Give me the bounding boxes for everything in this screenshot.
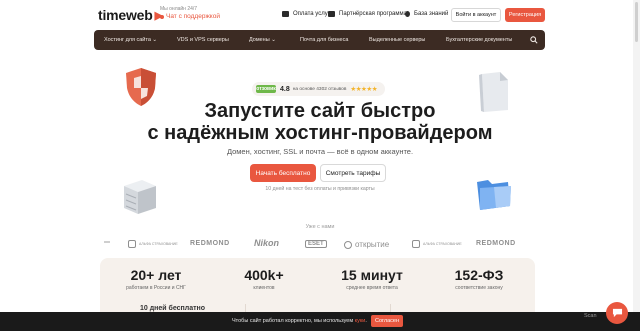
nav-item-vds[interactable]: VDS и VPS серверы — [177, 37, 229, 43]
hero-subtitle: Домен, хостинг, SSL и почта — всё в одно… — [226, 147, 414, 156]
partner-link[interactable]: Партнёрская программа — [328, 11, 407, 17]
client-logo-nikon: Nikon — [254, 238, 280, 248]
nav-item-dedicated[interactable]: Выделенные серверы — [369, 37, 425, 43]
card-icon — [282, 11, 289, 17]
stats-extra-text: 10 дней бесплатно — [140, 305, 206, 312]
top-bar: timeweb ▶ Мы онлайн 24/7 Чат с поддержко… — [0, 0, 640, 30]
client-logos: АЛЬФА СТРАХОВАНИЕ REDMOND Nikon ESET отк… — [100, 237, 540, 255]
scrollbar-thumb[interactable] — [635, 2, 638, 42]
alfa-logo-icon — [412, 240, 420, 248]
client-logo-eset: ESET — [305, 240, 327, 248]
payment-link-label: Оплата услуг — [293, 11, 330, 17]
trusted-label: Уже с нами — [305, 224, 335, 230]
client-logo-label: открытие — [355, 240, 390, 249]
stat-caption: среднее время ответа — [346, 285, 398, 291]
nav-search-button[interactable] — [527, 33, 541, 47]
main-nav: Хостинг для сайта ⌄ VDS и VPS серверы До… — [94, 30, 545, 50]
search-icon — [530, 36, 538, 44]
chat-dot-icon — [160, 15, 164, 20]
stat-value: 15 минут — [341, 267, 403, 283]
logo[interactable]: timeweb ▶ — [98, 7, 163, 23]
client-logo-alfa-2: АЛЬФА СТРАХОВАНИЕ — [412, 240, 462, 248]
folder-illustration-icon — [477, 180, 511, 210]
logo-divider — [104, 241, 110, 243]
rating-stars-icon: ★★★★★ — [350, 86, 378, 93]
logo-text: timeweb — [98, 7, 153, 23]
stat-caption: клиентов — [253, 285, 275, 291]
cookie-accept-button[interactable]: Согласен — [371, 315, 403, 327]
start-free-button[interactable]: Начать бесплатно — [250, 164, 316, 182]
rating-value: 4.8 — [280, 85, 290, 93]
server-illustration-icon — [124, 180, 156, 214]
register-button[interactable]: Регистрация — [505, 8, 545, 22]
payment-link[interactable]: Оплата услуг — [282, 11, 330, 17]
hero-title: Запустите сайт быстро с надёжным хостинг… — [140, 100, 500, 144]
client-logo-redmond-2: REDMOND — [476, 240, 516, 247]
cookie-link[interactable]: куки — [355, 318, 366, 324]
support-chat-link[interactable]: Чат с поддержкой — [160, 13, 220, 21]
stat-caption: соответствие закону — [455, 285, 503, 291]
cookie-banner: Чтобы сайт работал корректно, мы использ… — [0, 312, 640, 331]
stat-caption: работаем в России и СНГ — [126, 285, 186, 291]
client-logo-label: АЛЬФА СТРАХОВАНИЕ — [139, 242, 178, 246]
stat-law: 152-ФЗ соответствие закону — [429, 267, 529, 291]
rating-text: на основе 4302 отзывов — [292, 86, 347, 92]
support-chat-label: Чат с поддержкой — [166, 13, 220, 20]
client-logo-redmond-1: REDMOND — [190, 240, 230, 247]
partner-link-label: Партнёрская программа — [339, 11, 407, 17]
cookie-text-after: . — [365, 318, 367, 324]
nav-item-domains[interactable]: Домены ⌄ — [249, 37, 276, 43]
otkritie-logo-icon — [344, 240, 352, 249]
handshake-icon — [328, 11, 335, 17]
stat-response: 15 минут среднее время ответа — [322, 267, 422, 291]
trial-note: 10 дней на тест без оплаты и привязки ка… — [265, 186, 375, 192]
client-logo-label: АЛЬФА СТРАХОВАНИЕ — [423, 242, 462, 246]
cookie-text: Чтобы сайт работал корректно, мы использ… — [232, 318, 367, 324]
nav-item-documents[interactable]: Бухгалтерские документы — [446, 37, 512, 43]
nav-item-mail[interactable]: Почта для бизнеса — [300, 37, 348, 43]
hero-title-line2: с надёжным хостинг-провайдером — [147, 122, 493, 144]
login-button[interactable]: Войти в аккаунт — [451, 8, 501, 22]
support-block[interactable]: Мы онлайн 24/7 Чат с поддержкой — [160, 7, 220, 21]
scrollbar-track[interactable] — [633, 0, 640, 312]
support-online-label: Мы онлайн 24/7 — [160, 6, 198, 12]
stat-years: 20+ лет работаем в России и СНГ — [106, 267, 206, 291]
hero-title-line1: Запустите сайт быстро — [204, 100, 436, 122]
view-tariffs-button[interactable]: Смотреть тарифы — [320, 164, 386, 182]
knowledge-base-label: База знаний — [414, 11, 449, 17]
chat-bubble-icon — [612, 308, 622, 318]
stat-clients: 400k+ клиентов — [214, 267, 314, 291]
client-logo-alfa-1: АЛЬФА СТРАХОВАНИЕ — [128, 240, 178, 248]
cookie-text-before: Чтобы сайт работал корректно, мы использ… — [232, 318, 355, 324]
lightbulb-icon — [405, 11, 410, 17]
rating-badge[interactable]: отзовик 4.8 на основе 4302 отзывов ★★★★★ — [252, 82, 385, 96]
stat-value: 152-ФЗ — [454, 267, 504, 283]
client-logo-otkritie: открытие — [344, 240, 389, 249]
chat-widget-button[interactable] — [606, 302, 628, 324]
alfa-logo-icon — [128, 240, 136, 248]
knowledge-base-link[interactable]: База знаний — [405, 11, 448, 17]
otzovik-logo: отзовик — [256, 85, 276, 93]
scan-watermark: Scan — [584, 313, 597, 319]
stat-value: 400k+ — [244, 267, 284, 283]
stat-value: 20+ лет — [130, 267, 182, 283]
nav-item-hosting[interactable]: Хостинг для сайта ⌄ — [104, 37, 157, 43]
